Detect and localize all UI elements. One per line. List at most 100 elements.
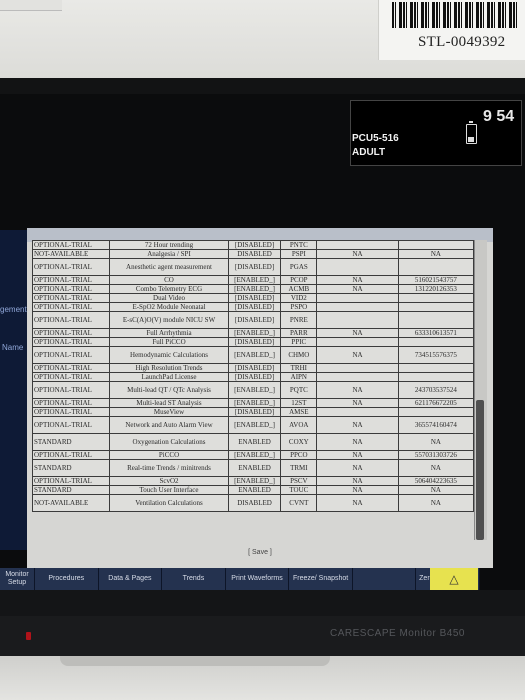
license-extra1 bbox=[316, 302, 399, 312]
license-state: [ENABLED_] bbox=[227, 328, 282, 338]
license-extra2: NA bbox=[397, 459, 475, 477]
scrollbar-thumb[interactable] bbox=[476, 400, 484, 540]
license-code: PPIC bbox=[280, 337, 318, 347]
license-status: OPTIONAL-TRIAL bbox=[31, 275, 111, 285]
license-state: DISABLED bbox=[227, 494, 282, 512]
menu-print-waveforms[interactable]: Print Waveforms bbox=[226, 568, 290, 590]
license-code: PSPI bbox=[280, 249, 318, 259]
license-row[interactable]: OPTIONAL-TRIAL Full Arrhythmia [ENABLED_] P… bbox=[31, 328, 475, 338]
license-row[interactable]: OPTIONAL-TRIAL Hemodynamic Calculations [E… bbox=[31, 346, 475, 364]
license-state: ENABLED bbox=[227, 485, 282, 495]
license-code: PGAS bbox=[280, 258, 318, 276]
license-state: [ENABLED_] bbox=[227, 381, 282, 399]
license-extra2: 506404223635 bbox=[397, 476, 475, 486]
license-row[interactable]: STANDARD Oxygenation Calculations ENABLED C… bbox=[31, 433, 475, 451]
license-extra1 bbox=[316, 258, 399, 276]
license-extra1: NA bbox=[316, 485, 399, 495]
license-row[interactable]: STANDARD Touch User Interface ENABLED TOUC N… bbox=[31, 485, 475, 495]
license-row[interactable]: OPTIONAL-TRIAL Network and Auto Alarm Vie… bbox=[31, 416, 475, 434]
license-state: [DISABLED] bbox=[227, 302, 282, 312]
license-row[interactable]: OPTIONAL-TRIAL E-sC(A)O(V) module NICU SW… bbox=[31, 311, 475, 329]
license-row[interactable]: OPTIONAL-TRIAL High Resolution Trends [DIS… bbox=[31, 363, 475, 373]
license-extra1: NA bbox=[316, 494, 399, 512]
license-name: Oxygenation Calculations bbox=[109, 433, 229, 451]
bottom-menu-bar: Monitor Setup Procedures Data & Pages Tr… bbox=[0, 568, 481, 590]
license-row[interactable]: OPTIONAL-TRIAL ScvO2 [ENABLED_] PSCV NA 50640… bbox=[31, 476, 475, 486]
license-extra1: NA bbox=[316, 381, 399, 399]
license-row[interactable]: OPTIONAL-TRIAL Anesthetic agent measureme… bbox=[31, 258, 475, 276]
license-status: NOT-AVAILABLE bbox=[31, 249, 111, 259]
license-name: Ventilation Calculations bbox=[109, 494, 229, 512]
save-button[interactable]: [ Save ] bbox=[240, 547, 280, 559]
license-state: [ENABLED_] bbox=[227, 346, 282, 364]
license-row[interactable]: OPTIONAL-TRIAL LaunchPad License [DISABLED… bbox=[31, 372, 475, 382]
license-extra2 bbox=[397, 258, 475, 276]
license-state: [DISABLED] bbox=[227, 363, 282, 373]
menu-data-pages[interactable]: Data & Pages bbox=[99, 568, 163, 590]
license-name: Network and Auto Alarm View bbox=[109, 416, 229, 434]
license-status: STANDARD bbox=[31, 433, 111, 451]
license-extra1 bbox=[316, 363, 399, 373]
license-status: OPTIONAL-TRIAL bbox=[31, 372, 111, 382]
menu-trends[interactable]: Trends bbox=[162, 568, 226, 590]
license-name: Analgesia / SPI bbox=[109, 249, 229, 259]
license-row[interactable]: OPTIONAL-TRIAL MuseView [DISABLED] AMSE bbox=[31, 407, 475, 417]
license-code: 12ST bbox=[280, 398, 318, 408]
license-extra1: NA bbox=[316, 433, 399, 451]
license-name: Multi-lead QT / QTc Analysis bbox=[109, 381, 229, 399]
lower-bezel bbox=[0, 590, 525, 616]
license-code: PSPO bbox=[280, 302, 318, 312]
license-state: [ENABLED_] bbox=[227, 275, 282, 285]
license-name: Touch User Interface bbox=[109, 485, 229, 495]
menu-procedures[interactable]: Procedures bbox=[35, 568, 99, 590]
license-row[interactable]: NOT-AVAILABLE Ventilation Calculations DIS… bbox=[31, 494, 475, 512]
side-label-1: gement bbox=[0, 305, 27, 314]
license-status: STANDARD bbox=[31, 485, 111, 495]
menu-freeze-snapshot[interactable]: Freeze/ Snapshot bbox=[289, 568, 353, 590]
device-brand: CARESCAPE Monitor B450 bbox=[330, 628, 465, 639]
license-code: COXY bbox=[280, 433, 318, 451]
license-extra2 bbox=[397, 363, 475, 373]
license-state: [DISABLED] bbox=[227, 258, 282, 276]
license-row[interactable]: NOT-AVAILABLE Analgesia / SPI DISABLED PSPI… bbox=[31, 249, 475, 259]
license-extra2: 734515576375 bbox=[397, 346, 475, 364]
license-row[interactable]: STANDARD Real-time Trends / minitrends ENA… bbox=[31, 459, 475, 477]
license-extra1: NA bbox=[316, 275, 399, 285]
license-row[interactable]: OPTIONAL-TRIAL Multi-lead QT / QTc Analys… bbox=[31, 381, 475, 399]
license-row[interactable]: OPTIONAL-TRIAL Full PiCCO [DISABLED] PPIC bbox=[31, 337, 475, 347]
license-status: OPTIONAL-TRIAL bbox=[31, 363, 111, 373]
license-extra2: NA bbox=[397, 494, 475, 512]
license-row[interactable]: OPTIONAL-TRIAL Dual Video [DISABLED] VID2 bbox=[31, 293, 475, 303]
license-status: OPTIONAL-TRIAL bbox=[31, 328, 111, 338]
license-name: Combo Telemetry ECG bbox=[109, 284, 229, 294]
license-row[interactable]: OPTIONAL-TRIAL Combo Telemetry ECG [ENABLE… bbox=[31, 284, 475, 294]
alarm-audio-pause-icon[interactable]: △ bbox=[430, 568, 478, 590]
license-status: OPTIONAL-TRIAL bbox=[31, 381, 111, 399]
license-extra1: NA bbox=[316, 346, 399, 364]
license-code: PNRE bbox=[280, 311, 318, 329]
license-status: OPTIONAL-TRIAL bbox=[31, 476, 111, 486]
license-row[interactable]: OPTIONAL-TRIAL E-SpO2 Module Neonatal [DIS… bbox=[31, 302, 475, 312]
license-extra2: NA bbox=[397, 249, 475, 259]
menu-monitor-setup[interactable]: Monitor Setup bbox=[0, 568, 35, 590]
menu-blank[interactable] bbox=[353, 568, 417, 590]
license-status: OPTIONAL-TRIAL bbox=[31, 240, 111, 250]
license-row[interactable]: OPTIONAL-TRIAL PiCCO [ENABLED_] PPCO NA 55703… bbox=[31, 450, 475, 460]
license-state: ENABLED bbox=[227, 459, 282, 477]
license-name: Real-time Trends / minitrends bbox=[109, 459, 229, 477]
license-name: Hemodynamic Calculations bbox=[109, 346, 229, 364]
license-code: ACMB bbox=[280, 284, 318, 294]
license-code: TRHI bbox=[280, 363, 318, 373]
license-row[interactable]: OPTIONAL-TRIAL CO [ENABLED_] PCOP NA 51602154… bbox=[31, 275, 475, 285]
license-status: OPTIONAL-TRIAL bbox=[31, 284, 111, 294]
barcode bbox=[392, 2, 520, 28]
license-row[interactable]: OPTIONAL-TRIAL 72 Hour trending [DISABLED]… bbox=[31, 240, 475, 250]
license-code: PPCO bbox=[280, 450, 318, 460]
license-state: [ENABLED_] bbox=[227, 398, 282, 408]
license-state: [DISABLED] bbox=[227, 240, 282, 250]
license-name: ScvO2 bbox=[109, 476, 229, 486]
patient-location: PCU5-516 bbox=[352, 133, 399, 144]
license-row[interactable]: OPTIONAL-TRIAL Multi-lead ST Analysis [ENA… bbox=[31, 398, 475, 408]
license-extra2 bbox=[397, 337, 475, 347]
license-extra1 bbox=[316, 407, 399, 417]
